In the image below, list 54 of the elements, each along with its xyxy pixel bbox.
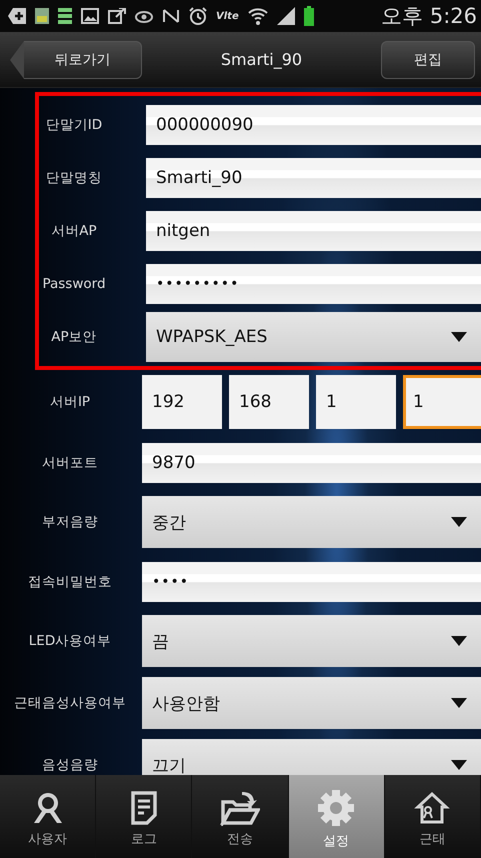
alarm-icon	[189, 7, 207, 25]
caret-icon	[451, 517, 467, 527]
eye-icon	[135, 9, 153, 23]
field-label: 서버AP	[50, 222, 98, 240]
wifi-icon	[248, 7, 268, 25]
password-field[interactable]: ••••	[142, 562, 481, 602]
caret-icon	[451, 332, 467, 342]
caret-icon	[451, 698, 467, 708]
tab[interactable]: 설정	[288, 775, 385, 858]
caret-icon	[451, 636, 467, 646]
house-icon	[414, 790, 450, 826]
dropdown[interactable]: 끔	[142, 615, 481, 667]
battery-icon	[304, 6, 314, 26]
tab[interactable]: 사용자	[0, 775, 96, 858]
field-label: 접속비밀번호	[27, 572, 113, 590]
field-label: Password	[41, 276, 107, 292]
folder-icon	[220, 790, 260, 826]
dropdown[interactable]: 중간	[142, 496, 481, 548]
input-field[interactable]: Smarti_90	[146, 158, 481, 198]
ip-octet-field[interactable]: 168	[229, 375, 309, 429]
image-icon	[81, 8, 99, 24]
signal-icon	[276, 7, 295, 25]
screen-title: Smarti_90	[220, 50, 302, 69]
ip-octet-field[interactable]: 1	[403, 375, 481, 429]
dropdown[interactable]: 끄기	[142, 739, 481, 775]
field-label: LED사용여부	[28, 632, 112, 650]
ip-octet-field[interactable]: 1	[316, 375, 396, 429]
field-label: 근태음성사용여부	[13, 694, 127, 712]
field-label: 서버포트	[41, 454, 99, 472]
dropdown[interactable]: WPAPSK_AES	[146, 312, 481, 362]
field-label: 단말기ID	[44, 116, 104, 134]
dropdown[interactable]: 사용안함	[142, 677, 481, 729]
ip-octet-field[interactable]: 192	[142, 375, 222, 429]
field-label: 부저음량	[41, 513, 99, 531]
network-indicator: Vlte	[216, 10, 239, 22]
input-field[interactable]: nitgen	[146, 210, 481, 250]
field-label: 서버IP	[48, 393, 92, 411]
field-label: 단말명칭	[45, 168, 103, 186]
plus-tag-icon	[8, 8, 26, 24]
tab[interactable]: 로그	[96, 775, 192, 858]
input-field[interactable]: 9870	[142, 442, 481, 482]
password-field[interactable]: •••••••••	[146, 264, 481, 304]
tab[interactable]: 전송	[192, 775, 289, 858]
field-label: 음성음량	[41, 756, 99, 774]
field-label: AP보안	[50, 328, 98, 346]
list-icon	[58, 8, 72, 24]
share-icon	[108, 8, 126, 24]
clock: 오후 5:26	[381, 3, 477, 30]
edit-button[interactable]: 편집	[380, 40, 475, 78]
tab[interactable]: 근태	[384, 775, 481, 858]
back-button[interactable]: 뒤로가기	[24, 40, 142, 78]
caret-icon	[451, 760, 467, 770]
input-field[interactable]: 000000090	[146, 104, 481, 144]
settings-icon	[316, 788, 356, 828]
